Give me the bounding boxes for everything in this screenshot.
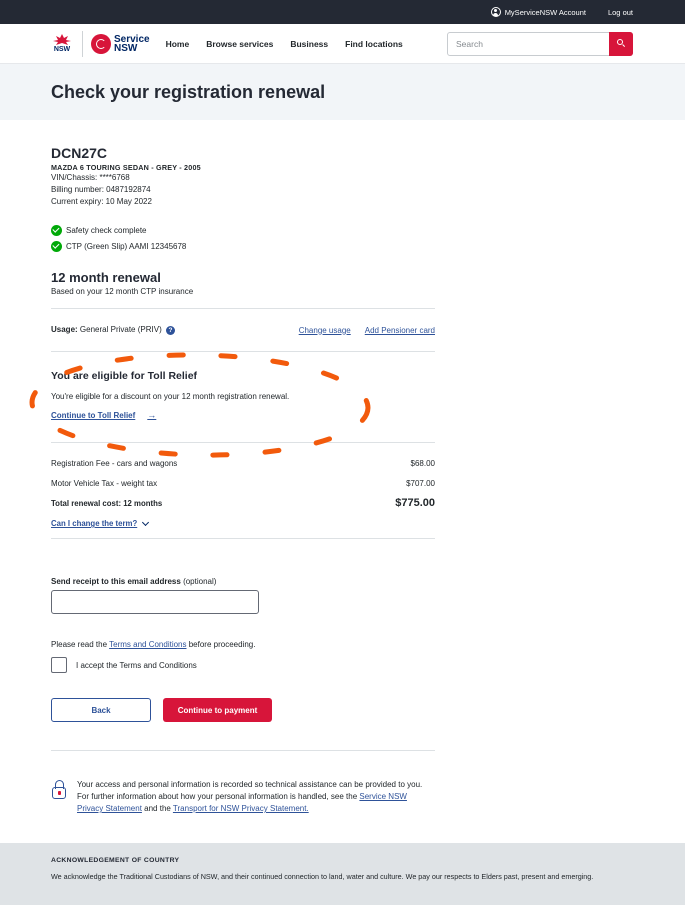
terms-prefix: Please read the (51, 640, 110, 649)
divider (51, 538, 435, 539)
usage-value: General Private (PRIV) (79, 325, 162, 335)
service-nsw-icon (91, 33, 111, 54)
renewal-subtitle: Based on your 12 month CTP insurance (51, 287, 194, 296)
terms-link[interactable]: Terms and Conditions (109, 640, 186, 649)
total-amount: $775.00 (395, 497, 435, 509)
fee-amount: $68.00 (410, 458, 435, 468)
nav-business[interactable]: Business (290, 39, 328, 49)
email-label: Send receipt to this email address (opti… (51, 577, 435, 586)
accept-terms-label[interactable]: I accept the Terms and Conditions (76, 661, 197, 670)
check-label: Safety check complete (66, 225, 147, 235)
check-item: CTP (Green Slip) AAMI 12345678 (51, 238, 435, 254)
service-nsw-logo[interactable]: Service NSW (91, 33, 150, 54)
continue-to-toll-relief-button[interactable]: Continue to Toll Relief → (51, 405, 156, 425)
toll-relief-button-label: Continue to Toll Relief (51, 410, 136, 420)
ack-title: ACKNOWLEDGEMENT OF COUNTRY (51, 857, 180, 864)
plate-number: DCN27C (51, 145, 108, 161)
privacy-text-part: and the (141, 804, 173, 813)
account-link[interactable]: MyServiceNSW Account (490, 7, 586, 17)
change-usage-link[interactable]: Change usage (299, 326, 351, 335)
check-circle-icon (51, 224, 62, 236)
vin: VIN/Chassis: ****6768 (51, 173, 130, 182)
fee-label: Motor Vehicle Tax - weight tax (51, 478, 158, 488)
usage-links: Change usage Add Pensioner card (299, 326, 435, 335)
brand-name: Service NSW (114, 34, 150, 54)
check-item: Safety check complete (51, 222, 435, 238)
terms-notice: Please read the Terms and Conditions bef… (51, 640, 435, 649)
continue-to-payment-button[interactable]: Continue to payment (163, 698, 272, 722)
toll-relief-text: You're eligible for a discount on your 1… (51, 392, 290, 401)
check-label: CTP (Green Slip) AAMI 12345678 (66, 241, 187, 251)
chevron-down-icon (142, 518, 150, 526)
email-optional: (optional) (183, 577, 217, 586)
usage-info: Usage: General Private (PRIV) ? (51, 325, 175, 335)
fee-label: Registration Fee - cars and wagons (51, 458, 178, 468)
usage-label: Usage: (51, 325, 78, 335)
email-label-text: Send receipt to this email address (51, 577, 181, 586)
privacy-text: Your access and personal information is … (77, 779, 435, 815)
nav-home[interactable]: Home (166, 39, 190, 49)
privacy-notice: Your access and personal information is … (51, 779, 435, 815)
page-hero: Check your registration renewal (0, 64, 685, 120)
brand-line2: NSW (114, 42, 138, 54)
fee-amount: $707.00 (406, 478, 435, 488)
user-icon (490, 7, 501, 17)
accept-terms-checkbox[interactable] (51, 657, 67, 673)
eligibility-checks: Safety check complete CTP (Green Slip) A… (51, 222, 435, 254)
logo-divider (82, 30, 83, 57)
main-nav: Home Browse services Business Find locat… (166, 39, 403, 49)
terms-suffix: before proceeding. (186, 640, 256, 649)
add-pensioner-card-link[interactable]: Add Pensioner card (365, 326, 435, 335)
fee-row: Registration Fee - cars and wagons $68.0… (51, 453, 435, 473)
arrow-right-icon: → (147, 410, 157, 420)
renewal-title: 12 month renewal (51, 270, 161, 285)
email-field[interactable] (51, 590, 259, 614)
help-icon[interactable]: ? (165, 325, 175, 335)
logout-link[interactable]: Log out (608, 8, 633, 17)
nsw-logo-text: NSW (53, 46, 71, 53)
vehicle-description: MAZDA 6 TOURING SEDAN - GREY - 2005 (51, 163, 201, 172)
transport-nsw-privacy-link[interactable]: Transport for NSW Privacy Statement. (173, 804, 309, 813)
current-expiry: Current expiry: 10 May 2022 (51, 197, 152, 206)
nsw-government-logo[interactable]: NSW (50, 30, 74, 58)
search-bar (447, 32, 633, 56)
email-section: Send receipt to this email address (opti… (51, 553, 435, 614)
acknowledgement-of-country: ACKNOWLEDGEMENT OF COUNTRY We acknowledg… (0, 843, 685, 905)
form-actions: Back Continue to payment (51, 698, 435, 722)
lock-icon (51, 780, 67, 800)
nav-browse-services[interactable]: Browse services (206, 39, 273, 49)
divider (51, 750, 435, 751)
total-label: Total renewal cost: 12 months (51, 498, 163, 508)
fee-breakdown: Registration Fee - cars and wagons $68.0… (51, 453, 435, 513)
main-content: DCN27C MAZDA 6 TOURING SEDAN - GREY - 20… (51, 144, 435, 751)
site-header: NSW Service NSW Home Browse services Bus… (0, 24, 685, 64)
usage-row: Usage: General Private (PRIV) ? Change u… (51, 309, 435, 351)
change-term-toggle[interactable]: Can I change the term? (51, 518, 435, 528)
fee-row: Motor Vehicle Tax - weight tax $707.00 (51, 473, 435, 493)
nav-find-locations[interactable]: Find locations (345, 39, 403, 49)
search-input[interactable] (448, 33, 609, 55)
back-button[interactable]: Back (51, 698, 151, 722)
billing-number: Billing number: 0487192874 (51, 185, 151, 194)
change-term-label: Can I change the term? (51, 519, 138, 528)
total-row: Total renewal cost: 12 months $775.00 (51, 493, 435, 513)
page-title: Check your registration renewal (51, 81, 326, 102)
check-circle-icon (51, 240, 62, 252)
search-button[interactable] (609, 32, 633, 56)
accept-terms: I accept the Terms and Conditions (51, 657, 435, 673)
account-label: MyServiceNSW Account (504, 7, 586, 17)
ack-text: We acknowledge the Traditional Custodian… (51, 872, 594, 881)
waratah-icon (53, 34, 71, 45)
toll-relief-notice: You are eligible for Toll Relief You're … (51, 352, 435, 442)
divider (51, 442, 435, 443)
toll-relief-title: You are eligible for Toll Relief (51, 370, 198, 382)
top-bar: MyServiceNSW Account Log out (0, 0, 685, 24)
